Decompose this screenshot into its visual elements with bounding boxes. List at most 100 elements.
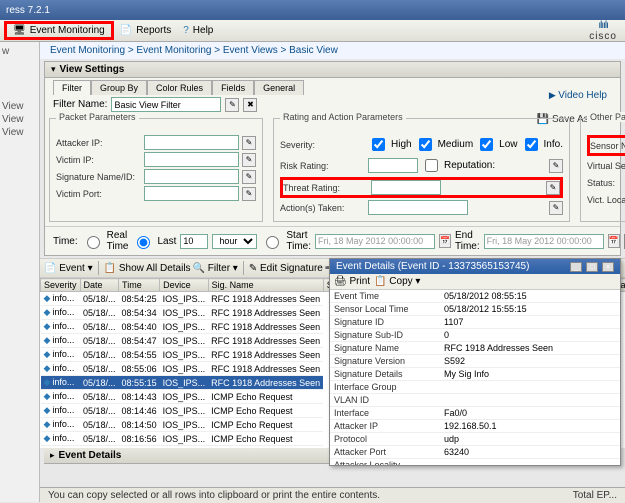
column-header[interactable]: Severity [41, 279, 81, 292]
victim-port-label: Victim Port: [56, 189, 141, 199]
left-item[interactable]: View [2, 101, 37, 112]
filter-menu[interactable]: 🔍 Filter ▾ [193, 263, 238, 274]
status-bar: You can copy selected or all rows into c… [40, 487, 625, 503]
event-details-title: Event Details [59, 450, 122, 461]
left-sidebar: w View View View [0, 42, 40, 502]
info-checkbox[interactable] [525, 138, 538, 151]
event-monitoring-label: Event Monitoring [30, 25, 105, 36]
detail-row: Event Time05/18/2012 08:55:15 [330, 290, 620, 303]
edit-icon[interactable]: ✎ [242, 153, 256, 167]
app-title: ress 7.2.1 [6, 5, 50, 16]
starttime-radio[interactable] [266, 236, 279, 249]
filter-name-input[interactable] [111, 97, 221, 112]
status-text: You can copy selected or all rows into c… [48, 490, 380, 501]
edit-icon[interactable]: ✎ [242, 170, 256, 184]
packet-params-legend: Packet Parameters [56, 112, 139, 122]
detail-row: Protocoludp [330, 433, 620, 446]
close-icon[interactable]: × [602, 262, 614, 272]
reports-button[interactable]: 📄 Reports [114, 24, 177, 37]
sig-name-label: Signature Name/ID: [56, 172, 141, 182]
tab-filter[interactable]: Filter [53, 80, 91, 95]
detail-row: Attacker Locality [330, 459, 620, 466]
edit-icon[interactable]: ✎ [546, 181, 560, 195]
event-monitoring-button[interactable]: 🖥 Event Monitoring [4, 21, 114, 40]
detail-title: Event Details (Event ID - 13373565153745… [336, 261, 529, 272]
filter-name-label: Filter Name: [53, 99, 107, 110]
sensor-names-label: Sensor Name(s): [590, 141, 625, 151]
event-details-popup[interactable]: Event Details (Event ID - 13373565153745… [329, 258, 621, 466]
victim-ip-input[interactable] [144, 152, 239, 167]
filter-delete-icon[interactable]: ✖ [243, 98, 257, 112]
edit-icon[interactable]: ✎ [549, 159, 563, 173]
copy-menu[interactable]: 📋 Copy ▾ [374, 276, 420, 287]
main-toolbar: 🖥 Event Monitoring 📄 Reports ? Help ılıı… [0, 20, 625, 42]
last-unit-select[interactable]: hour [212, 234, 257, 249]
last-value-input[interactable] [180, 234, 208, 249]
end-time-label: End Time: [455, 230, 480, 252]
help-label: Help [193, 25, 214, 36]
show-all-button[interactable]: 📋 Show All Details [104, 263, 191, 274]
view-settings-header[interactable]: ▾ View Settings [45, 62, 620, 78]
help-button[interactable]: ? Help [177, 24, 219, 37]
left-item[interactable]: View [2, 127, 37, 138]
sig-name-input[interactable] [144, 169, 239, 184]
video-help-link[interactable]: ▶ Video Help [549, 90, 607, 101]
tab-groupby[interactable]: Group By [91, 80, 147, 95]
threat-rating-input[interactable] [371, 180, 441, 195]
detail-row: Signature ID1107 [330, 316, 620, 329]
window-titlebar: ress 7.2.1 [0, 0, 625, 20]
report-icon: 📄 [120, 25, 132, 36]
low-checkbox[interactable] [480, 138, 493, 151]
calendar-icon[interactable]: 📅 [439, 234, 451, 248]
detail-row: Signature NameRFC 1918 Addresses Seen [330, 342, 620, 355]
left-item[interactable]: View [2, 114, 37, 125]
detail-row: InterfaceFa0/0 [330, 407, 620, 420]
attacker-ip-input[interactable] [144, 135, 239, 150]
edit-icon[interactable]: ✎ [549, 201, 563, 215]
maximize-icon[interactable]: □ [586, 262, 598, 272]
attacker-ip-label: Attacker IP: [56, 138, 141, 148]
left-item[interactable]: w [2, 46, 37, 57]
vict-locality-label: Vict. Locality: [587, 195, 625, 205]
column-header[interactable]: Sig. Name [208, 279, 323, 292]
expand-icon[interactable]: ▸ [50, 450, 55, 461]
time-label: Time: [53, 236, 78, 247]
calendar-icon[interactable]: 📅 [608, 234, 620, 248]
collapse-icon[interactable]: ▾ [51, 64, 56, 75]
tab-colorrules[interactable]: Color Rules [147, 80, 212, 95]
cisco-logo: ılıılı cisco [589, 20, 617, 42]
edit-icon[interactable]: ✎ [242, 136, 256, 150]
virtual-sensor-label: Virtual Sensor: [587, 161, 625, 171]
victim-port-input[interactable] [144, 186, 239, 201]
detail-row: Sensor Local Time05/18/2012 15:55:15 [330, 303, 620, 316]
high-checkbox[interactable] [372, 138, 385, 151]
medium-checkbox[interactable] [419, 138, 432, 151]
actions-taken-input[interactable] [368, 200, 468, 215]
end-time-input [484, 234, 604, 249]
help-icon: ? [183, 25, 189, 36]
filter-edit-icon[interactable]: ✎ [225, 98, 239, 112]
victim-ip-label: Victim IP: [56, 155, 141, 165]
start-time-input [315, 234, 435, 249]
tab-general[interactable]: General [254, 80, 304, 95]
risk-rating-label: Risk Rating: [280, 161, 365, 171]
tab-fields[interactable]: Fields [212, 80, 254, 95]
edit-sig-button[interactable]: ✎ Edit Signature [249, 263, 323, 274]
detail-row: Attacker IP192.168.50.1 [330, 420, 620, 433]
breadcrumb: Event Monitoring > Event Monitoring > Ev… [40, 42, 625, 59]
rating-params-legend: Rating and Action Parameters [280, 112, 406, 122]
detail-row: Attacker Port63240 [330, 446, 620, 459]
minimize-icon[interactable]: _ [570, 262, 582, 272]
column-header[interactable]: Date [80, 279, 119, 292]
other-params-legend: Other Parameters [587, 112, 625, 122]
print-button[interactable]: 🖨 Print [334, 276, 370, 287]
realtime-radio[interactable] [87, 236, 100, 249]
column-header[interactable]: Device [160, 279, 209, 292]
reputation-checkbox[interactable] [425, 159, 438, 172]
event-menu[interactable]: 📄 Event ▾ [44, 263, 93, 274]
column-header[interactable]: Time [119, 279, 160, 292]
edit-icon[interactable]: ✎ [242, 187, 256, 201]
total-count: Total EP... [573, 490, 617, 501]
last-radio[interactable] [137, 236, 150, 249]
risk-rating-input[interactable] [368, 158, 418, 173]
